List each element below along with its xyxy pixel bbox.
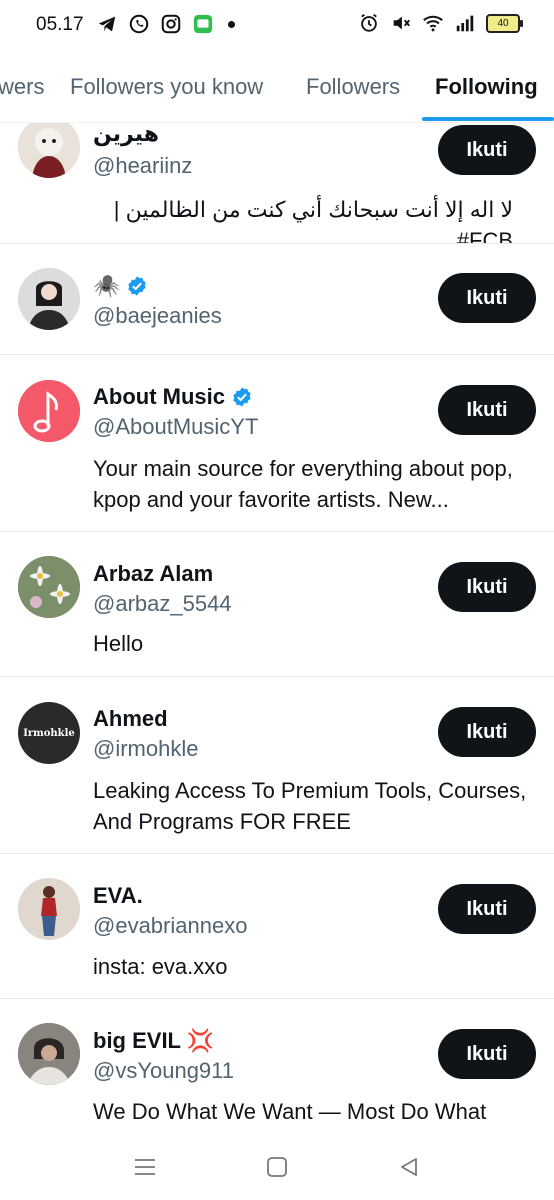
status-time: 05.17 <box>36 14 84 35</box>
user-bio: We Do What We Want — Most Do What <box>93 1099 487 1124</box>
active-tab-indicator <box>422 117 554 121</box>
whatsapp-icon <box>129 14 149 34</box>
wifi-icon <box>423 15 443 32</box>
messages-icon <box>193 14 213 34</box>
user-name[interactable]: 🕷️ <box>93 273 120 299</box>
follow-button[interactable]: Ikuti <box>438 273 536 323</box>
tab-followers-partial[interactable]: wers <box>0 74 44 100</box>
user-handle: @vsYoung911 <box>93 1058 235 1083</box>
list-item[interactable]: EVA. @evabriannexo insta: eva.xxo Ikuti <box>0 853 554 999</box>
user-name[interactable]: هيرين <box>93 123 159 147</box>
follow-button[interactable]: Ikuti <box>438 562 536 612</box>
user-bio: لا اله إلا أنت سبحانك أني كنت من الظالمي… <box>113 197 513 244</box>
user-name[interactable]: About Music <box>93 384 225 410</box>
avatar-text: Irmohkle <box>23 727 75 739</box>
instagram-icon <box>161 14 181 34</box>
user-handle: @arbaz_5544 <box>93 591 232 616</box>
list-item[interactable]: 🕷️ @baejeanies Ikuti <box>0 243 554 355</box>
user-handle: @evabriannexo <box>93 913 248 938</box>
follow-button[interactable]: Ikuti <box>438 707 536 757</box>
follow-button[interactable]: Ikuti <box>438 884 536 934</box>
list-item[interactable]: Arbaz Alam @arbaz_5544 Hello Ikuti <box>0 531 554 677</box>
list-item[interactable]: Irmohkle Ahmed @irmohkle Leaking Access … <box>0 676 554 854</box>
following-list: هيرين @heariinz لا اله إلا أنت سبحانك أن… <box>0 123 554 1131</box>
user-name[interactable]: Arbaz Alam <box>93 561 213 587</box>
signal-icon <box>456 15 474 32</box>
back-icon[interactable] <box>394 1152 424 1182</box>
avatar[interactable] <box>18 1023 80 1085</box>
tab-bar: wers Followers you know Followers Follow… <box>0 60 554 123</box>
status-bar: 05.17 40 <box>0 0 554 50</box>
telegram-icon <box>98 16 116 32</box>
list-item[interactable]: About Music @AboutMusicYT Your main sour… <box>0 354 554 532</box>
tab-followers[interactable]: Followers <box>306 74 400 100</box>
verified-badge-icon <box>233 387 251 407</box>
tab-following[interactable]: Following <box>435 74 538 100</box>
avatar[interactable] <box>18 878 80 940</box>
list-item[interactable]: هيرين @heariinz لا اله إلا أنت سبحانك أن… <box>0 123 554 244</box>
user-bio: Leaking Access To Premium Tools, Courses… <box>93 778 527 834</box>
user-handle: @heariinz <box>93 153 193 178</box>
user-handle: @irmohkle <box>93 736 199 761</box>
avatar[interactable] <box>18 380 80 442</box>
list-item[interactable]: big EVIL 💢 @vsYoung911 We Do What We Wan… <box>0 998 554 1131</box>
user-handle: @baejeanies <box>93 303 222 328</box>
user-bio: Your main source for everything about po… <box>93 456 513 512</box>
user-name[interactable]: Ahmed <box>93 706 168 732</box>
follow-button[interactable]: Ikuti <box>438 385 536 435</box>
battery-icon: 40 <box>486 13 523 33</box>
user-bio: insta: eva.xxo <box>93 954 228 979</box>
verified-badge-icon <box>128 276 147 296</box>
avatar[interactable]: Irmohkle <box>18 702 80 764</box>
user-name[interactable]: big EVIL 💢 <box>93 1028 214 1054</box>
follow-button[interactable]: Ikuti <box>438 1029 536 1079</box>
tab-followers-you-know[interactable]: Followers you know <box>70 74 263 100</box>
menu-icon[interactable] <box>130 1152 160 1182</box>
user-bio: Hello <box>93 631 144 656</box>
home-icon[interactable] <box>262 1152 292 1182</box>
avatar[interactable] <box>18 556 80 618</box>
system-nav-bar <box>0 1132 554 1200</box>
alarm-icon <box>361 13 377 32</box>
avatar[interactable] <box>18 268 80 330</box>
avatar[interactable] <box>18 123 80 178</box>
mute-icon <box>393 16 410 30</box>
user-name[interactable]: EVA. <box>93 883 143 909</box>
user-handle: @AboutMusicYT <box>93 414 259 439</box>
notification-dot <box>228 20 235 28</box>
follow-button[interactable]: Ikuti <box>438 125 536 175</box>
